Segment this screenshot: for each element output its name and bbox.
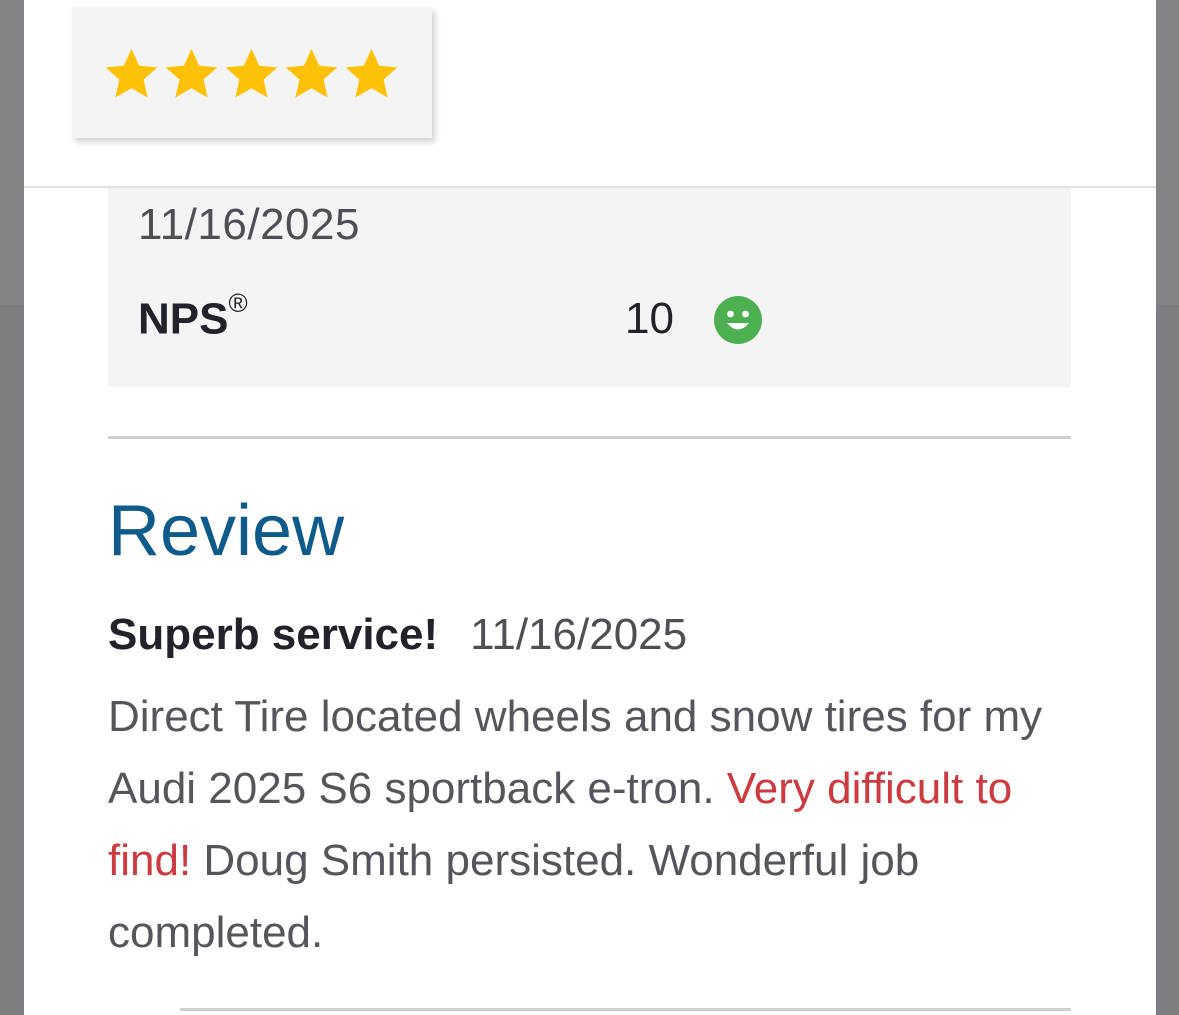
star-rating xyxy=(102,45,401,104)
review-title-line: Superb service! 11/16/2025 xyxy=(108,610,687,660)
review-heading: Review xyxy=(108,491,345,571)
smiley-face-icon xyxy=(714,296,762,344)
star-rating-card xyxy=(72,7,432,138)
backdrop-right xyxy=(1156,0,1179,305)
nps-label-text: NPS xyxy=(138,294,229,344)
bottom-divider xyxy=(180,1008,1071,1011)
review-date: 11/16/2025 xyxy=(470,610,688,659)
survey-date: 11/16/2025 xyxy=(138,200,360,249)
survey-summary: 11/16/2025 NPS® 10 xyxy=(108,188,1071,387)
review-modal: 11/16/2025 NPS® 10 Review Superb service… xyxy=(24,0,1156,1015)
star-icon xyxy=(225,48,278,98)
section-divider xyxy=(108,436,1071,439)
nps-score: 10 xyxy=(625,294,674,343)
backdrop-left xyxy=(0,0,24,305)
star-icon xyxy=(105,48,158,98)
registered-mark: ® xyxy=(228,288,248,318)
star-icon xyxy=(285,48,338,98)
review-title: Superb service! xyxy=(108,610,439,659)
nps-label: NPS® xyxy=(138,288,248,345)
star-icon xyxy=(345,48,398,98)
review-body-text-end: Doug Smith persisted. Wonderful job comp… xyxy=(108,836,920,957)
star-icon xyxy=(165,48,218,98)
review-body: Direct Tire located wheels and snow tire… xyxy=(108,681,1068,969)
